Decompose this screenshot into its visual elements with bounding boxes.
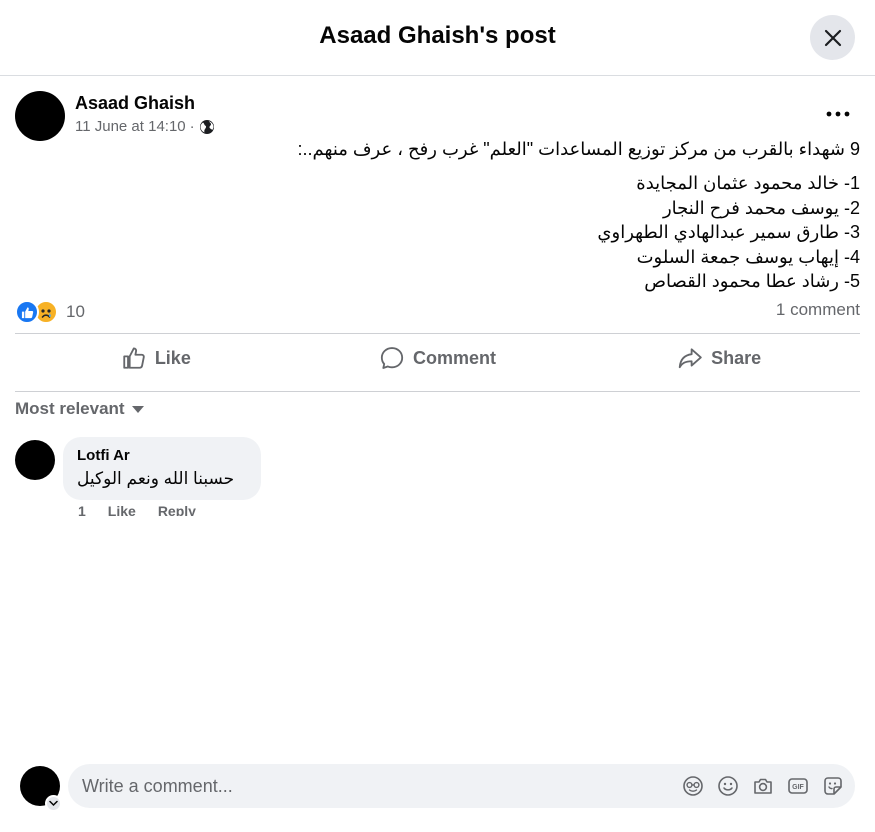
comment-composer: GIF <box>68 764 855 808</box>
share-button[interactable]: Share <box>578 335 860 381</box>
emoji-button[interactable] <box>716 774 740 798</box>
comment-reply-link[interactable]: Reply <box>158 503 196 516</box>
close-button[interactable] <box>810 15 855 60</box>
post-body: 9 شهداء بالقرب من مركز توزيع المساعدات "… <box>15 137 860 294</box>
comment-count[interactable]: 1 comment <box>776 300 860 320</box>
comment-text: حسبنا الله ونعم الوكيل <box>77 469 235 488</box>
like-icon <box>123 347 145 369</box>
gif-icon: GIF <box>788 778 808 794</box>
camera-icon <box>754 778 772 794</box>
comment-button[interactable]: Comment <box>297 335 579 381</box>
more-icon <box>826 111 850 117</box>
divider <box>15 391 860 392</box>
sticker-icon <box>824 777 842 795</box>
post-list: 1- خالد محمود عثمان المجايدة 2- يوسف محم… <box>15 171 860 294</box>
meta-separator: · <box>189 118 195 135</box>
composer-tools: GIF <box>681 774 845 798</box>
comment-author[interactable]: Lotfi Ar <box>77 447 247 464</box>
camera-button[interactable] <box>751 774 775 798</box>
like-label: Like <box>154 347 191 368</box>
post-list-item: 3- طارق سمير عبدالهادي الطهراوي <box>597 222 860 242</box>
share-label: Share <box>711 347 762 368</box>
share-icon <box>678 348 702 369</box>
comment-age[interactable]: 1 <box>78 503 86 516</box>
comment-actions: 1 Like Reply <box>78 503 196 516</box>
avatar-sticker-icon <box>683 776 703 796</box>
comment-icon <box>380 347 404 369</box>
post-options-button[interactable] <box>818 100 858 128</box>
divider <box>15 333 860 334</box>
post-list-item: 1- خالد محمود عثمان المجايدة <box>636 173 860 193</box>
comment-sort-dropdown[interactable]: Most relevant <box>15 399 145 419</box>
post-timestamp[interactable]: 11 June at 14:10 <box>75 118 186 135</box>
dialog-header: Asaad Ghaish's post <box>0 0 875 76</box>
post-lead: 9 شهداء بالقرب من مركز توزيع المساعدات "… <box>297 139 860 159</box>
globe-icon <box>199 119 214 134</box>
gif-button[interactable]: GIF <box>786 774 810 798</box>
author-name[interactable]: Asaad Ghaish <box>75 93 195 114</box>
caret-down-icon <box>131 406 144 413</box>
chevron-down-icon <box>49 800 58 807</box>
reaction-count: 10 <box>66 302 85 321</box>
comment-label: Comment <box>413 347 497 368</box>
commenter-avatar[interactable] <box>15 440 55 480</box>
comment-bubble: Lotfi Ar حسبنا الله ونعم الوكيل <box>63 437 261 500</box>
post-list-item: 4- إيهاب يوسف جمعة السلوت <box>636 246 860 267</box>
like-reaction-icon <box>15 300 39 324</box>
sticker-button[interactable] <box>821 774 845 798</box>
emoji-icon <box>718 776 738 796</box>
close-icon <box>824 29 841 46</box>
post-meta: 11 June at 14:10 · <box>75 118 215 135</box>
author-avatar[interactable] <box>15 91 65 141</box>
profile-switch-button[interactable] <box>45 795 62 812</box>
reactions-summary[interactable]: 10 <box>15 300 85 324</box>
post-list-item: 5- رشاد عطا محمود القصاص <box>644 271 860 291</box>
avatar-sticker-button[interactable] <box>681 774 705 798</box>
post-actions: Like Comment Share <box>15 335 860 381</box>
comment-input[interactable] <box>82 764 662 808</box>
svg-text:GIF: GIF <box>792 784 804 791</box>
post-list-item: 2- يوسف محمد فرح النجار <box>662 197 860 218</box>
like-button[interactable]: Like <box>15 335 297 381</box>
sort-label: Most relevant <box>15 399 125 418</box>
comment-like-link[interactable]: Like <box>108 503 136 516</box>
dialog-title: Asaad Ghaish's post <box>319 22 556 49</box>
